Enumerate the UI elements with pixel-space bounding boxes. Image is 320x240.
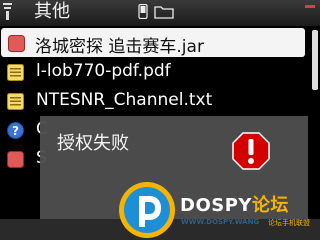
file-name: 洛城密探 追击赛车.jar <box>35 37 204 57</box>
list-item[interactable]: 洛城密探 追击赛车.jar <box>1 28 305 57</box>
file-name: NTESNR_Channel.txt <box>36 90 213 110</box>
watermark-url: WWW.DOSPY.WANG <box>181 218 260 226</box>
list-item[interactable]: NTESNR_Channel.txt <box>0 86 320 115</box>
dospy-logo-icon <box>119 182 175 238</box>
phone-memory-icon[interactable] <box>138 4 148 19</box>
scrollbar-thumb[interactable] <box>312 30 318 90</box>
scrollbar[interactable] <box>312 30 318 220</box>
folder-icon[interactable] <box>154 5 174 19</box>
page-title: 其他 <box>34 1 70 22</box>
jar-file-icon <box>7 151 24 168</box>
file-manager-screen: 其他 洛城密探 追击赛车.jar l-lob770-pdf.pdf NTESNR… <box>0 0 320 240</box>
unknown-file-icon: ? <box>7 122 24 139</box>
dialog-message: 授权失败 <box>57 133 129 154</box>
battery-icon <box>305 5 315 8</box>
pdf-file-icon <box>7 64 24 81</box>
status-bar: 其他 <box>0 0 320 26</box>
signal-strength-icon <box>3 3 12 20</box>
watermark-tagline: 论坛手机联盟 <box>268 219 310 227</box>
list-item[interactable]: l-lob770-pdf.pdf <box>0 57 320 86</box>
text-file-icon <box>7 93 24 110</box>
svg-text:?: ? <box>12 124 19 138</box>
watermark-brand: DOSPY论坛 <box>180 195 289 216</box>
jar-file-icon <box>8 35 25 52</box>
file-name: l-lob770-pdf.pdf <box>36 61 171 81</box>
error-icon <box>232 132 270 170</box>
